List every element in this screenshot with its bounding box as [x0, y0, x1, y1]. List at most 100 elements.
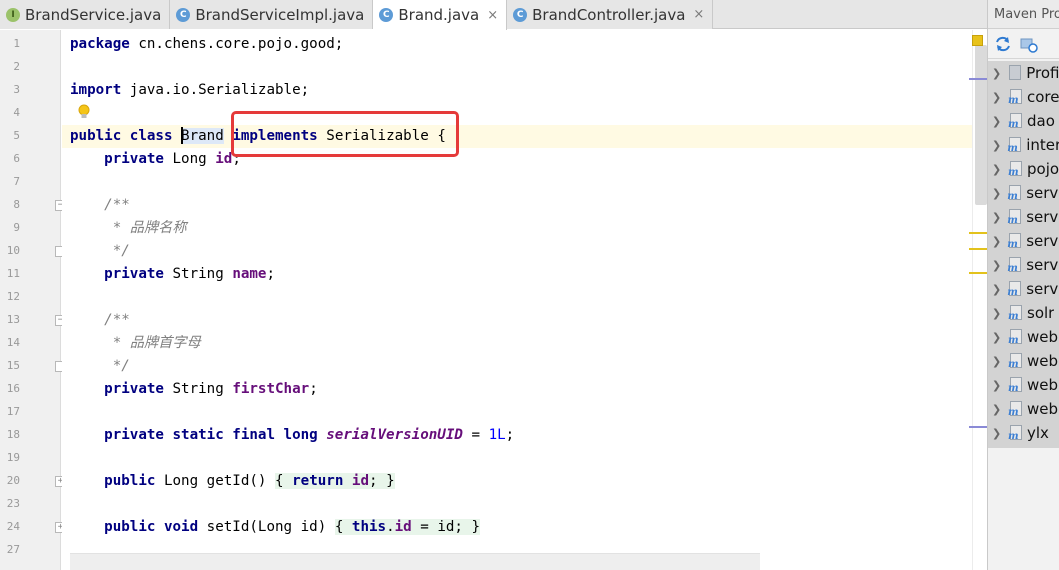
maven-module-icon: m: [1008, 400, 1023, 418]
line-number: 14: [6, 336, 20, 349]
code-line-16[interactable]: private String firstChar;: [70, 378, 318, 401]
code-line-8[interactable]: /**: [70, 194, 130, 217]
line-number: 8: [13, 198, 20, 211]
maven-item[interactable]: ❯ m web: [988, 397, 1059, 421]
maven-item[interactable]: ❯ m web: [988, 349, 1059, 373]
maven-item[interactable]: ❯mservice: [988, 253, 1059, 277]
line-number: 4: [13, 106, 20, 119]
line-number-gutter[interactable]: 1 2 3 4 5 6 7 8 9 10 11 12 13 14 15 16 1…: [0, 30, 61, 570]
line-number: 10: [6, 244, 20, 257]
chevron-right-icon[interactable]: ❯: [992, 163, 1002, 176]
maven-item[interactable]: ❯ m web: [988, 373, 1059, 397]
vertical-scrollbar-thumb[interactable]: [975, 45, 987, 205]
line-number: 13: [6, 313, 20, 326]
maven-module-icon: m: [1007, 280, 1022, 298]
line-number: 19: [6, 451, 20, 464]
code-line-9[interactable]: * 品牌名称: [70, 217, 187, 240]
chevron-right-icon[interactable]: ❯: [992, 187, 1001, 200]
tab-label: BrandServiceImpl.java: [195, 5, 365, 24]
chevron-right-icon[interactable]: ❯: [992, 115, 1002, 128]
maven-item[interactable]: ❯mservice: [988, 205, 1059, 229]
maven-panel-title: Maven Projects: [988, 0, 1059, 29]
chevron-right-icon[interactable]: ❯: [992, 379, 1002, 392]
highlight-annotation-box: [231, 111, 459, 157]
code-line-15[interactable]: */: [70, 355, 130, 378]
code-line-18[interactable]: private static final long serialVersionU…: [70, 424, 514, 447]
line-number: 6: [13, 152, 20, 165]
stripe-marker[interactable]: [969, 232, 987, 234]
tab-bar-spacer: [713, 0, 987, 28]
maven-item[interactable]: ❯ m pojo: [988, 157, 1059, 181]
code-line-24[interactable]: public void setId(Long id) { this.id = i…: [70, 516, 481, 539]
chevron-right-icon[interactable]: ❯: [992, 259, 1001, 272]
code-line-10[interactable]: */: [70, 240, 130, 263]
chevron-right-icon[interactable]: ❯: [992, 235, 1001, 248]
code-line-1[interactable]: package cn.chens.core.pojo.good;: [70, 33, 343, 56]
line-number: 18: [6, 428, 20, 441]
line-number: 9: [13, 221, 20, 234]
chevron-right-icon[interactable]: ❯: [992, 283, 1001, 296]
chevron-right-icon[interactable]: ❯: [992, 67, 1001, 80]
stripe-marker[interactable]: [969, 78, 987, 80]
tab-label: BrandController.java: [532, 5, 686, 24]
maven-module-icon: m: [1008, 112, 1023, 130]
stripe-marker[interactable]: [969, 248, 987, 250]
maven-item[interactable]: ❯ m ylx: [988, 421, 1059, 445]
close-icon[interactable]: ×: [693, 7, 704, 22]
tab-brandcontroller[interactable]: C BrandController.java ×: [507, 0, 714, 29]
code-line-6[interactable]: private Long id;: [70, 148, 241, 171]
maven-projects-panel: Maven Projects ❯Profiles ❯mcore ❯mdao ❯m…: [987, 0, 1059, 570]
maven-module-icon: m: [1007, 232, 1022, 250]
chevron-right-icon[interactable]: ❯: [992, 403, 1002, 416]
maven-toolbar: [988, 29, 1059, 59]
maven-item[interactable]: ❯mservice: [988, 229, 1059, 253]
tab-brandservice[interactable]: I BrandService.java: [0, 0, 171, 29]
lightbulb-icon[interactable]: [78, 104, 90, 120]
stripe-marker[interactable]: [969, 272, 987, 274]
maven-item[interactable]: ❯mservice: [988, 277, 1059, 301]
line-number: 15: [6, 359, 20, 372]
code-line-13[interactable]: /**: [70, 309, 130, 332]
reimport-folders-icon[interactable]: [1020, 35, 1038, 53]
code-line-3[interactable]: import java.io.Serializable;: [70, 79, 309, 102]
maven-item[interactable]: ❯ m web: [988, 325, 1059, 349]
line-number: 7: [13, 175, 20, 188]
horizontal-scrollbar[interactable]: [70, 553, 760, 570]
tab-label: BrandService.java: [25, 5, 162, 24]
chevron-right-icon[interactable]: ❯: [992, 139, 1001, 152]
maven-item[interactable]: ❯ m core: [988, 85, 1059, 109]
maven-module-icon: m: [1008, 424, 1023, 442]
chevron-right-icon[interactable]: ❯: [992, 211, 1001, 224]
maven-item[interactable]: ❯minterface: [988, 133, 1059, 157]
class-icon: C: [176, 7, 191, 22]
maven-item-profiles[interactable]: ❯Profiles: [988, 61, 1059, 85]
close-icon[interactable]: ×: [487, 8, 498, 23]
refresh-icon[interactable]: [994, 35, 1012, 53]
maven-module-icon: m: [1007, 208, 1022, 226]
tab-brandserviceimpl[interactable]: C BrandServiceImpl.java: [170, 0, 374, 29]
line-number: 11: [6, 267, 20, 280]
line-number: 16: [6, 382, 20, 395]
chevron-right-icon[interactable]: ❯: [992, 355, 1002, 368]
line-number: 12: [6, 290, 20, 303]
warning-indicator-icon[interactable]: [972, 35, 983, 46]
maven-item[interactable]: ❯ m dao: [988, 109, 1059, 133]
folder-icon: [1007, 64, 1022, 82]
maven-item[interactable]: ❯ m solr: [988, 301, 1059, 325]
chevron-right-icon[interactable]: ❯: [992, 427, 1002, 440]
chevron-right-icon[interactable]: ❯: [992, 91, 1002, 104]
line-number: 5: [13, 129, 20, 142]
tab-brand[interactable]: C Brand.java ×: [373, 0, 508, 31]
line-number: 3: [13, 83, 20, 96]
maven-item[interactable]: ❯mservice: [988, 181, 1059, 205]
chevron-right-icon[interactable]: ❯: [992, 307, 1002, 320]
class-name: Brand: [181, 128, 224, 144]
class-icon: C: [379, 8, 394, 22]
code-line-11[interactable]: private String name;: [70, 263, 275, 286]
code-line-14[interactable]: * 品牌首字母: [70, 332, 201, 355]
maven-module-icon: m: [1008, 352, 1023, 370]
editor-tab-bar: I BrandService.java C BrandServiceImpl.j…: [0, 0, 987, 31]
stripe-marker[interactable]: [969, 426, 987, 428]
code-line-20[interactable]: public Long getId() { return id; }: [70, 470, 395, 493]
chevron-right-icon[interactable]: ❯: [992, 331, 1002, 344]
